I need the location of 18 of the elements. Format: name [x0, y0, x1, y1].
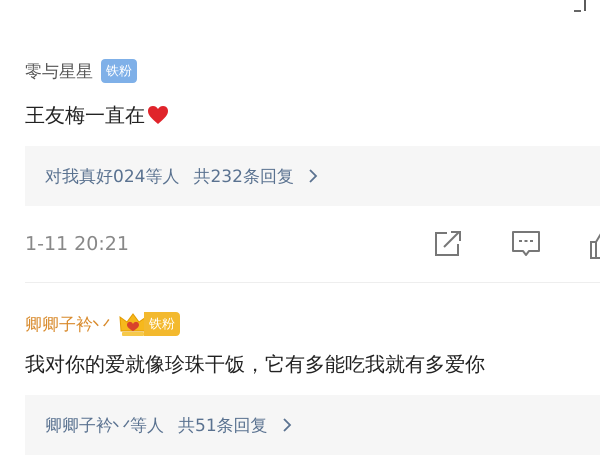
- fan-badge: 铁粉: [101, 59, 137, 83]
- replies-panel[interactable]: 对我真好024等人 共232条回复: [25, 146, 600, 206]
- user-name[interactable]: 零与星星: [25, 60, 93, 82]
- partial-icon: [574, 0, 588, 12]
- chevron-right-icon: [282, 417, 292, 433]
- chevron-right-icon: [308, 168, 318, 184]
- reply-count: 共51条回复: [178, 414, 268, 436]
- reply-users: 卿卿子衿丷等人: [45, 414, 164, 436]
- reply-count: 共232条回复: [193, 166, 294, 188]
- comment-text: 我对你的爱就像珍珠干饭，它有多能吃我就有多爱你: [25, 350, 485, 378]
- reply-users: 对我真好024等人: [45, 166, 180, 188]
- comment-time: 1-11 20:21: [25, 233, 129, 255]
- user-name[interactable]: 卿卿子衿丷: [25, 312, 110, 336]
- replies-panel[interactable]: 卿卿子衿丷等人 共51条回复: [25, 395, 600, 455]
- share-icon[interactable]: [434, 231, 462, 257]
- comment-icon[interactable]: [512, 230, 540, 258]
- fan-badge: 铁粉: [144, 312, 180, 336]
- comment-text: 王友梅一直在: [25, 102, 145, 128]
